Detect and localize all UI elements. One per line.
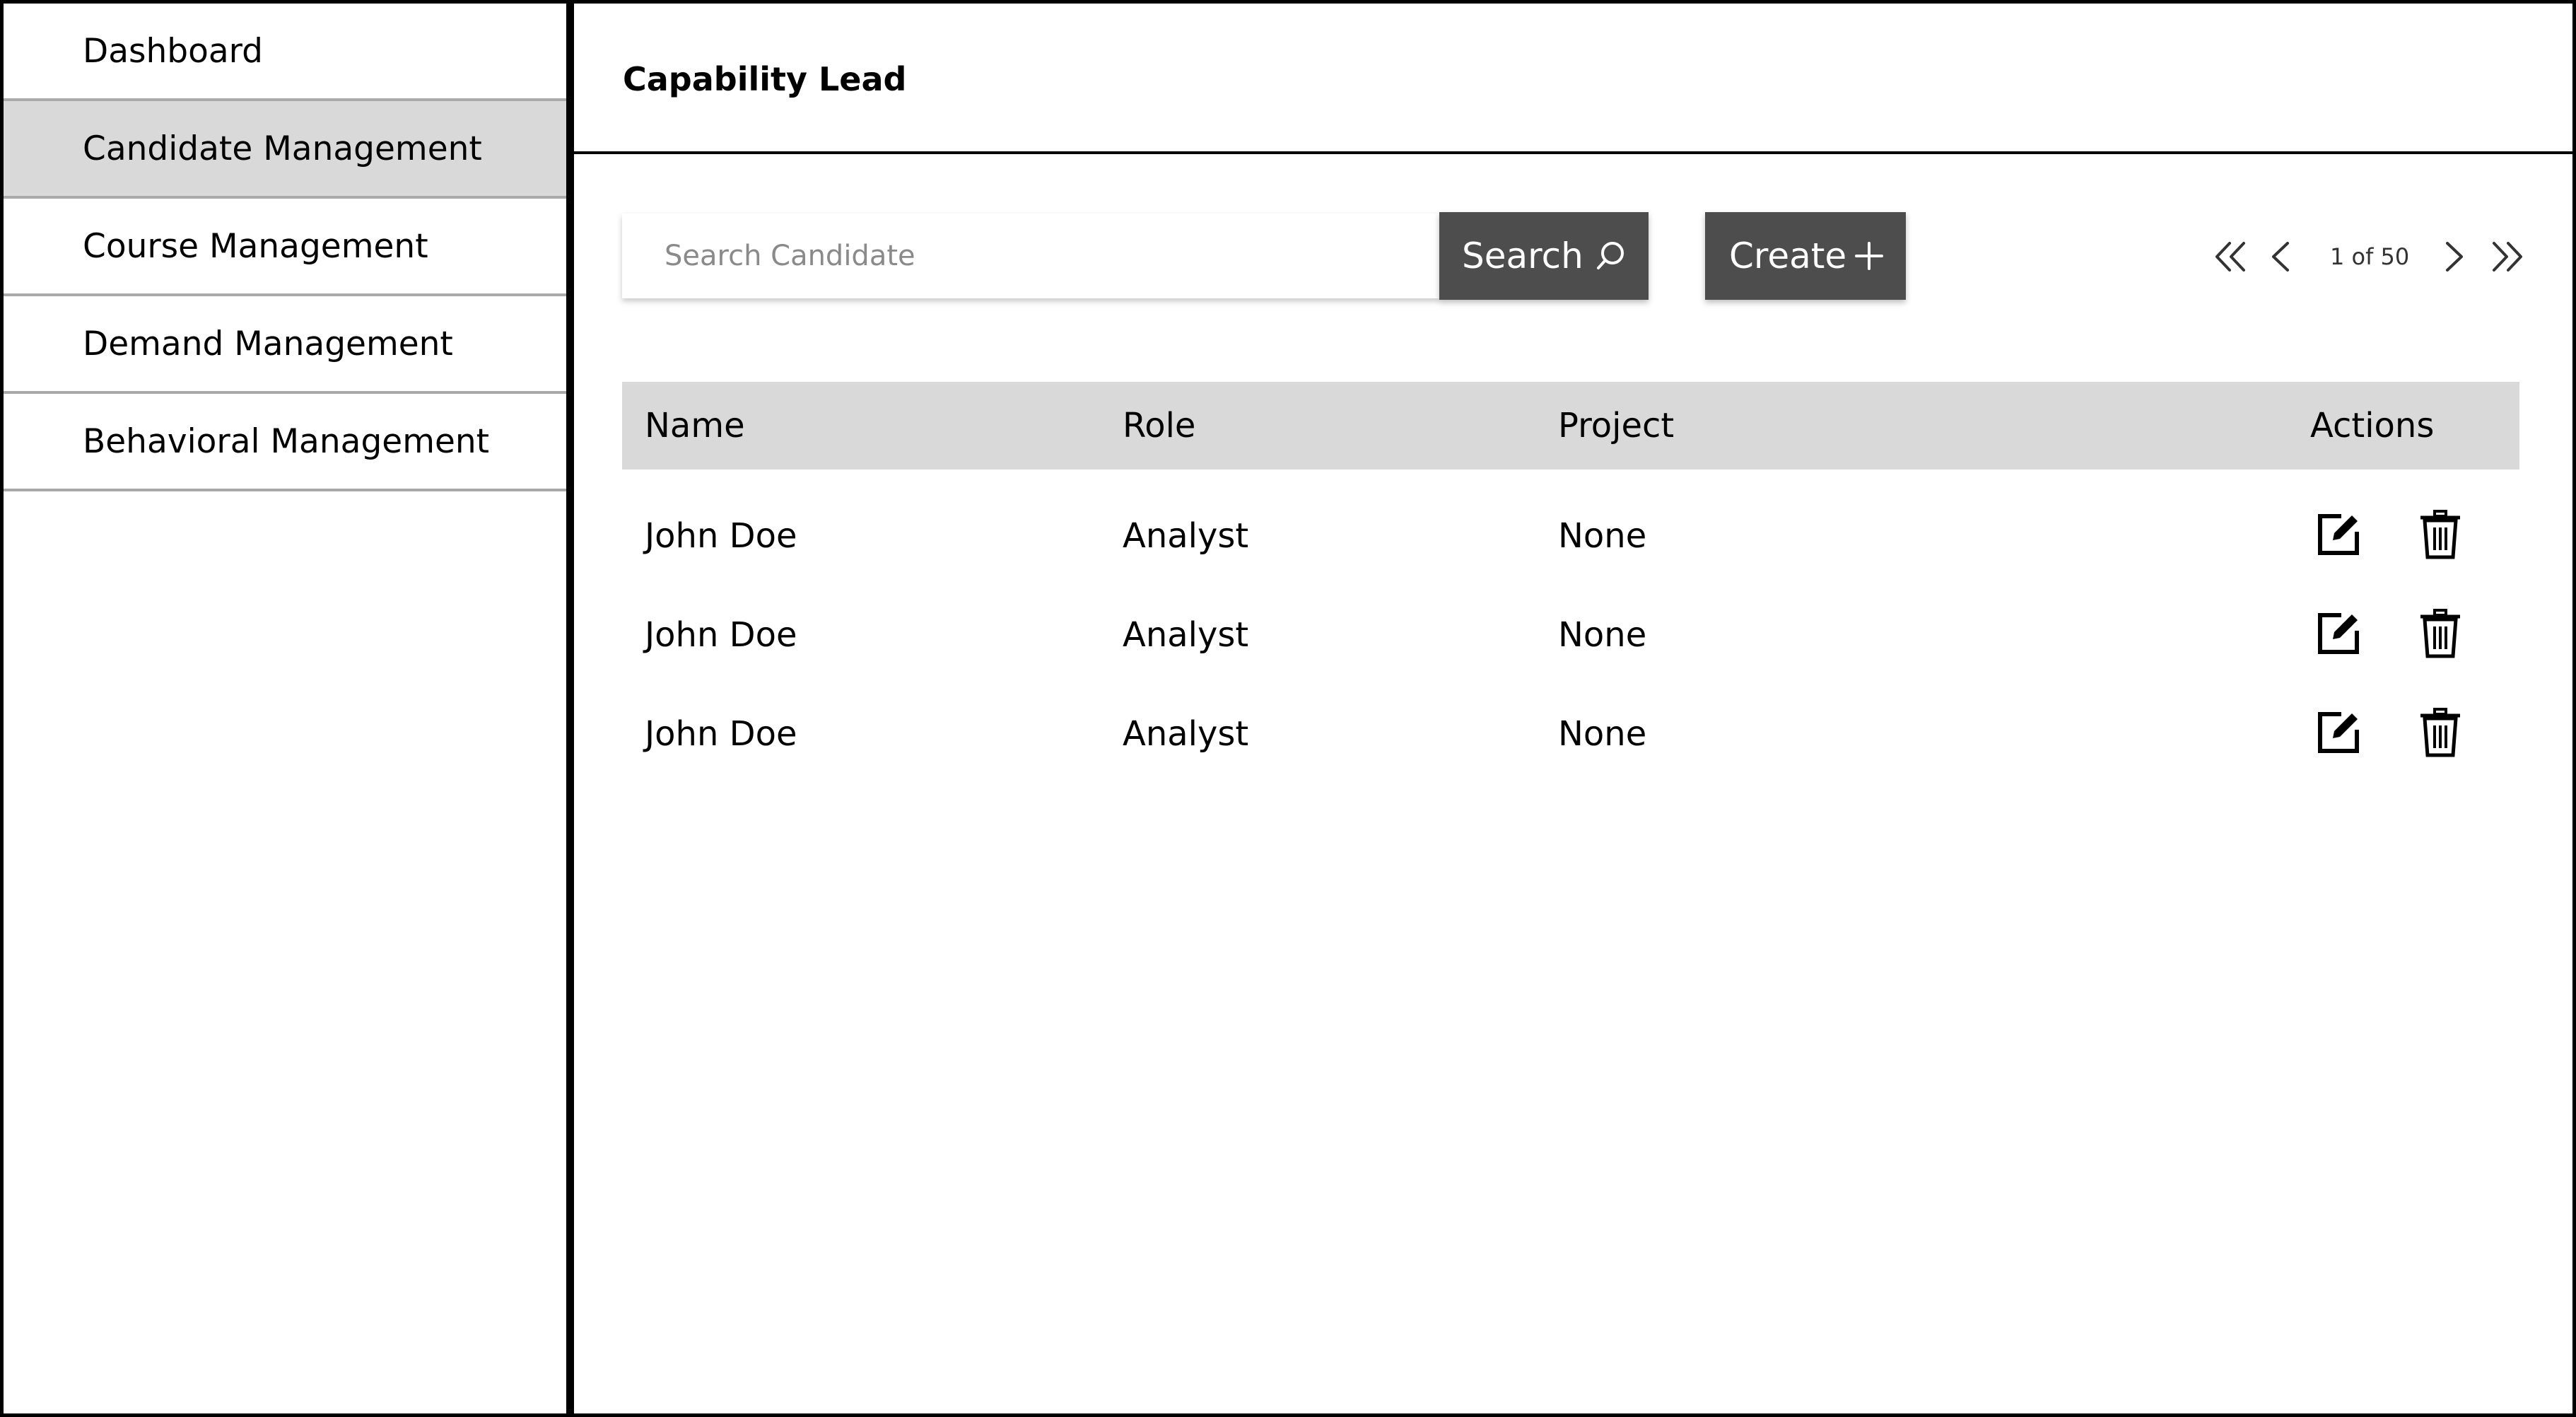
- column-header-project[interactable]: Project: [1558, 406, 1674, 445]
- sidebar-divider: [566, 0, 574, 1417]
- page-indicator: 1 of 50: [2330, 243, 2410, 270]
- sidebar-item-label: Demand Management: [83, 324, 453, 363]
- sidebar-nav: Dashboard Candidate Management Course Ma…: [4, 4, 566, 491]
- table-row: John Doe Analyst None: [622, 686, 2519, 785]
- column-header-name[interactable]: Name: [645, 406, 745, 445]
- first-page-icon[interactable]: [2211, 240, 2251, 273]
- prev-page-icon[interactable]: [2268, 240, 2293, 273]
- cell-project: None: [1558, 615, 1647, 655]
- sidebar-item-behavioral-management[interactable]: Behavioral Management: [4, 394, 566, 491]
- search-box: [622, 214, 1439, 298]
- cell-role: Analyst: [1123, 615, 1249, 655]
- plus-icon: [1855, 242, 1883, 270]
- table-row: John Doe Analyst None: [622, 488, 2519, 587]
- cell-role: Analyst: [1123, 714, 1249, 754]
- sidebar-item-course-management[interactable]: Course Management: [4, 199, 566, 296]
- cell-project: None: [1558, 714, 1647, 754]
- page-header: Capability Lead: [574, 4, 2572, 154]
- sidebar-item-dashboard[interactable]: Dashboard: [4, 4, 566, 101]
- sidebar-item-candidate-management[interactable]: Candidate Management: [4, 101, 566, 199]
- create-button[interactable]: Create: [1705, 212, 1906, 300]
- search-input[interactable]: [622, 214, 1439, 298]
- edit-icon[interactable]: [2313, 509, 2364, 560]
- page-title: Capability Lead: [623, 60, 907, 98]
- last-page-icon[interactable]: [2487, 240, 2527, 273]
- cell-project: None: [1558, 516, 1647, 556]
- next-page-icon[interactable]: [2442, 240, 2467, 273]
- search-button-label: Search: [1462, 235, 1583, 276]
- edit-icon[interactable]: [2313, 608, 2364, 659]
- column-header-role[interactable]: Role: [1123, 406, 1195, 445]
- trash-icon[interactable]: [2418, 608, 2463, 659]
- cell-role: Analyst: [1123, 516, 1249, 556]
- cell-name: John Doe: [645, 516, 797, 556]
- trash-icon[interactable]: [2418, 707, 2463, 758]
- sidebar-item-label: Behavioral Management: [83, 421, 490, 461]
- column-header-actions: Actions: [2310, 406, 2435, 445]
- sidebar-item-label: Course Management: [83, 226, 428, 266]
- sidebar-item-label: Dashboard: [83, 31, 263, 71]
- search-icon: [1597, 242, 1624, 269]
- create-button-label: Create: [1729, 235, 1847, 276]
- table-header: Name Role Project Actions: [622, 382, 2519, 470]
- table-row: John Doe Analyst None: [622, 587, 2519, 686]
- trash-icon[interactable]: [2418, 509, 2463, 560]
- cell-name: John Doe: [645, 714, 797, 754]
- sidebar-item-label: Candidate Management: [83, 129, 482, 168]
- sidebar-item-demand-management[interactable]: Demand Management: [4, 296, 566, 394]
- cell-name: John Doe: [645, 615, 797, 655]
- sidebar: Dashboard Candidate Management Course Ma…: [4, 4, 566, 1413]
- edit-icon[interactable]: [2313, 707, 2364, 758]
- search-button[interactable]: Search: [1439, 212, 1649, 300]
